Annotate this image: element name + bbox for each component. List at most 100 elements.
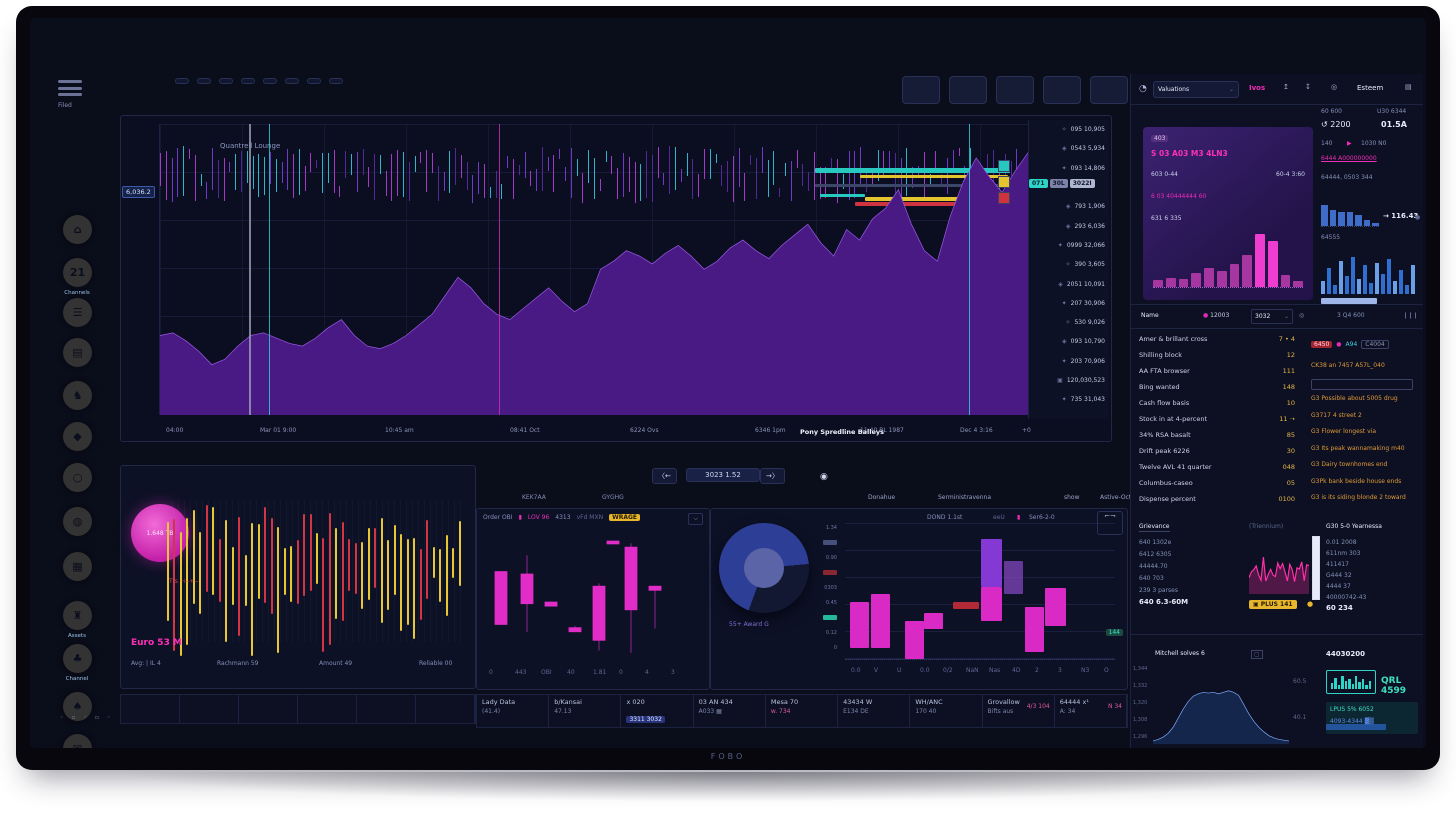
ladder-row-icon: ✦ (1062, 358, 1067, 365)
toolbar-button[interactable] (949, 76, 987, 104)
candles-box-icon[interactable]: ⌵ (688, 513, 703, 525)
search-input[interactable]: Valuations ⌄ (1153, 81, 1239, 98)
teal-value: QRL 4599 (1381, 676, 1423, 696)
ticker-box[interactable] (241, 78, 255, 84)
status-cell[interactable]: 64444 x¹ A: 34 N 34 (1055, 695, 1127, 727)
back-button[interactable]: 〈← (652, 468, 677, 484)
ticker-box[interactable] (197, 78, 211, 84)
stats-left-head: Grievance (1139, 523, 1170, 532)
chart-mark: 04:00 (166, 427, 183, 434)
mini-link[interactable]: 6444 A000000000 (1321, 155, 1377, 162)
vertical-slider[interactable] (1312, 536, 1320, 600)
ladder-row[interactable]: ✦207 30,906 (1029, 294, 1109, 313)
ladder-row[interactable]: ▣120,030,523 (1029, 371, 1109, 390)
table-head-dot[interactable]: ● 12003 (1203, 312, 1229, 319)
current-price-badge[interactable]: 6,036.2 (122, 186, 155, 198)
tab[interactable] (239, 695, 298, 723)
legend-swatch-yellow[interactable] (998, 176, 1010, 188)
table-head-bars-icon[interactable]: ❙❙❙ (1403, 312, 1418, 319)
table-head-circle-icon[interactable]: ◎ (1299, 312, 1304, 319)
ladder-row[interactable]: ◈793 1,906 (1029, 197, 1109, 216)
card-link[interactable]: 6 03 40444444 60 (1151, 193, 1206, 200)
range-box[interactable]: 3023 1.52 (686, 468, 760, 482)
toolbar-button[interactable] (996, 76, 1034, 104)
donut-gauge[interactable] (719, 523, 809, 613)
sort-down-icon[interactable]: ↧ (1305, 83, 1311, 91)
tab[interactable] (180, 695, 239, 723)
tab-esteem[interactable]: Esteem (1357, 84, 1383, 92)
forward-button[interactable]: →〉 (760, 468, 785, 484)
ladder-row[interactable]: ✧095 10,905 (1029, 120, 1109, 139)
ladder-row[interactable]: ✧530 9,026 (1029, 313, 1109, 332)
chip-red[interactable]: 6450 (1311, 341, 1332, 348)
bars-legend-box[interactable]: ⌐¬ (1097, 511, 1123, 535)
ladder-row[interactable]: ✦735 31,043 (1029, 390, 1109, 409)
status-cell[interactable]: x 020 3311 3032 (621, 695, 693, 727)
ladder-row[interactable]: ◈2051 10,091 (1029, 274, 1109, 293)
status-cell[interactable]: Grovallow Bifts aus 4/3 104 (983, 695, 1055, 727)
tab[interactable] (357, 695, 416, 723)
play-icon[interactable]: ▶ (1347, 140, 1352, 147)
ticker-box[interactable] (175, 78, 189, 84)
price-ladder[interactable]: ✧095 10,905◈0543 5,934✦093 14,806 ◈793 1,… (1028, 120, 1109, 419)
chevron-down-icon: ⌄ (1229, 86, 1234, 93)
ticker-box[interactable] (219, 78, 233, 84)
ladder-highlight-row[interactable]: 071 30L 3022I (1029, 179, 1095, 188)
chart-mark (342, 522, 344, 621)
chip-cyan[interactable]: A94 (1346, 341, 1358, 348)
tab-ivos[interactable]: Ivos (1249, 84, 1265, 92)
status-cell[interactable]: 03 AN 434 A033 ▦ (694, 695, 766, 727)
candles-badge[interactable]: WRAGE (609, 514, 640, 521)
chart-mark: 0.01 2008 (1326, 539, 1357, 546)
legend-swatch-teal[interactable] (998, 160, 1010, 172)
chart-plot-area[interactable]: Quantrell Lounge 04:00Mar 01 9:0010:45 a… (159, 124, 1028, 415)
year-dropdown[interactable]: 3032⌄ (1251, 309, 1293, 324)
summary-card[interactable]: 403 S 03 A03 M3 4LN3 603 0-44 60-4 3:60 … (1143, 127, 1313, 300)
rail-icon: ▦ (63, 552, 92, 581)
tab[interactable] (298, 695, 357, 723)
ladder-row[interactable]: ◈0543 5,934 (1029, 139, 1109, 158)
toolbar-button[interactable] (1090, 76, 1128, 104)
teal-eq-badge[interactable] (1326, 670, 1376, 694)
ticker-box[interactable] (307, 78, 321, 84)
status-cell[interactable]: WH/ANC 170 40 (910, 695, 982, 727)
sort-up-icon[interactable]: ↥ (1283, 83, 1289, 91)
chart-mark (1191, 273, 1201, 287)
status-cell[interactable]: 43434 W E134 DE (838, 695, 910, 727)
status-cell[interactable]: Mesa 70 w. 734 (766, 695, 838, 727)
rail-footer-icons[interactable]: ◦ ▫ ◦ ▫ ◦ (60, 714, 113, 721)
ladder-row[interactable]: ✦093 14,806 (1029, 159, 1109, 178)
ladder-row[interactable]: ✦0999 32,066 (1029, 236, 1109, 255)
ladder-row[interactable]: ✦203 70,906 (1029, 352, 1109, 371)
tab[interactable] (416, 695, 475, 723)
chart-mark: show (1064, 494, 1080, 501)
grid-icon[interactable]: ▤ (1405, 83, 1412, 91)
rail-icon: ♜ (63, 601, 92, 630)
ticker-box[interactable] (285, 78, 299, 84)
table-head-name[interactable]: Name (1141, 312, 1159, 319)
toolbar-button[interactable] (902, 76, 940, 104)
chip-box[interactable]: C4004 (1361, 340, 1388, 349)
ladder-row[interactable]: ◈093 10,790 (1029, 332, 1109, 351)
globe-icon[interactable]: ◎ (1331, 83, 1337, 91)
user-icon[interactable]: ◔ (1139, 84, 1147, 94)
chart-mark: O (1104, 667, 1109, 674)
tab[interactable] (121, 695, 180, 723)
legend-swatch-red[interactable] (998, 192, 1010, 204)
toolbar-button[interactable] (1043, 76, 1081, 104)
plus-badge[interactable]: ▣ PLUS 141 (1249, 600, 1297, 609)
chart-mark: V (874, 667, 878, 674)
chart-mark (1230, 264, 1240, 287)
status-cell[interactable]: Lady Data (41.4) (477, 695, 549, 727)
chart-mark: 411417 (1326, 561, 1349, 568)
status-cell[interactable]: b/Kansai 47.13 (549, 695, 621, 727)
mini-blue-bars (1321, 190, 1379, 227)
ladder-row[interactable]: ✧390 3,605 (1029, 255, 1109, 274)
bars-head-chip: ▮ (1017, 514, 1020, 521)
ticker-box[interactable] (329, 78, 343, 84)
ladder-row[interactable]: ◈293 6,036 (1029, 216, 1109, 235)
hamburger-menu-icon[interactable] (58, 80, 82, 96)
ticker-box[interactable] (263, 78, 277, 84)
bell-icon[interactable]: ◉ (820, 472, 828, 482)
area-chart-box-icon[interactable]: ▢ (1251, 650, 1263, 659)
